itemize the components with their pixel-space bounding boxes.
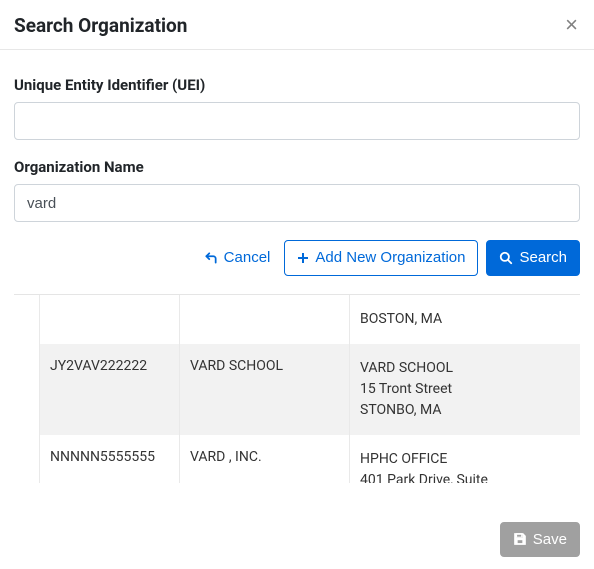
uei-input[interactable]: [14, 102, 580, 140]
orgname-input[interactable]: [14, 184, 580, 222]
address-line: VARD SCHOOL: [360, 358, 570, 379]
address-line: STONBO, MA: [360, 400, 570, 421]
modal-header: Search Organization ×: [0, 0, 594, 50]
cell-org-name: VARD SCHOOL: [180, 344, 350, 435]
table-row[interactable]: JY2VAV222222VARD SCHOOLVARD SCHOOL15 Tro…: [40, 344, 581, 435]
cell-address: HPHC OFFICE401 Park Drive, Suite401 East: [350, 435, 581, 483]
results-table: BOSTON, MAJY2VAV222222VARD SCHOOLVARD SC…: [39, 295, 580, 483]
table-row[interactable]: BOSTON, MA: [40, 295, 581, 344]
cell-org-name: [180, 295, 350, 344]
modal-footer: Save: [500, 522, 580, 558]
cell-uei: NNNNN5555555: [40, 435, 180, 483]
results-container: BOSTON, MAJY2VAV222222VARD SCHOOLVARD SC…: [14, 295, 580, 483]
results-scroll[interactable]: BOSTON, MAJY2VAV222222VARD SCHOOLVARD SC…: [14, 295, 580, 483]
action-row: Cancel Add New Organization Search: [14, 240, 580, 295]
close-button[interactable]: ×: [561, 14, 582, 36]
cell-org-name: VARD , INC.: [180, 435, 350, 483]
uei-label: Unique Entity Identifier (UEI): [14, 76, 580, 94]
cell-uei: JY2VAV222222: [40, 344, 180, 435]
address-line: HPHC OFFICE: [360, 449, 570, 470]
orgname-field-group: Organization Name: [14, 158, 580, 222]
modal-body: Unique Entity Identifier (UEI) Organizat…: [0, 50, 594, 295]
uei-field-group: Unique Entity Identifier (UEI): [14, 76, 580, 140]
close-icon: ×: [565, 14, 578, 36]
orgname-label: Organization Name: [14, 158, 580, 176]
cell-uei: [40, 295, 180, 344]
address-line: BOSTON, MA: [360, 309, 570, 330]
search-label: Search: [519, 248, 567, 268]
search-icon: [499, 251, 513, 265]
address-line: 15 Tront Street: [360, 379, 570, 400]
save-icon: [513, 532, 527, 546]
search-button[interactable]: Search: [486, 240, 580, 276]
modal-title: Search Organization: [14, 14, 187, 37]
add-new-org-label: Add New Organization: [315, 248, 465, 268]
plus-icon: [297, 252, 309, 264]
cancel-label: Cancel: [224, 248, 271, 268]
add-new-org-button[interactable]: Add New Organization: [284, 240, 478, 276]
table-row[interactable]: NNNNN5555555VARD , INC.HPHC OFFICE401 Pa…: [40, 435, 581, 483]
save-label: Save: [533, 530, 567, 550]
cell-address: BOSTON, MA: [350, 295, 581, 344]
save-button[interactable]: Save: [500, 522, 580, 558]
cell-address: VARD SCHOOL15 Tront StreetSTONBO, MA: [350, 344, 581, 435]
undo-icon: [204, 251, 218, 265]
address-line: 401 Park Drive, Suite: [360, 470, 570, 483]
cancel-button[interactable]: Cancel: [198, 241, 277, 275]
